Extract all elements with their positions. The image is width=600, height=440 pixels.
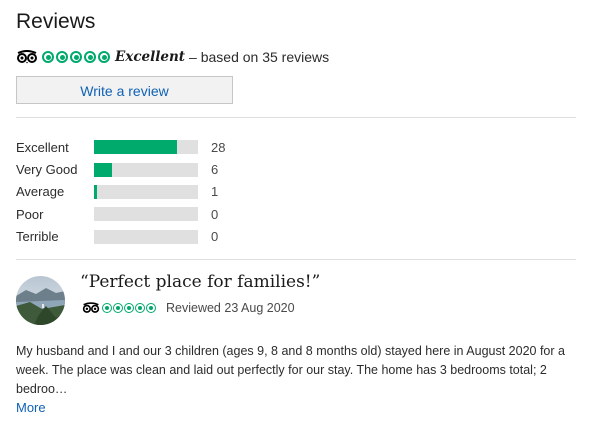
- rating-filter-terrible[interactable]: Terrible 0: [16, 226, 256, 248]
- rating-filter-label: Average: [16, 184, 65, 200]
- rating-bubble-icon: [42, 51, 54, 63]
- rating-filter-label: Poor: [16, 206, 44, 222]
- rating-bubble-icon: [135, 303, 145, 313]
- rating-bubble-icon: [102, 303, 112, 313]
- rating-bar-track: [94, 162, 198, 177]
- review-count-text: – based on 35 reviews: [189, 49, 330, 65]
- rating-filter-average[interactable]: Average 1: [16, 181, 256, 203]
- reviews-section: Reviews Excellent – based on 35 reviews …: [16, 8, 576, 104]
- rating-bar-track: [94, 229, 198, 244]
- rating-bubble-icon: [56, 51, 68, 63]
- bubble-rating: [42, 51, 110, 63]
- rating-bar-fill: [94, 140, 178, 155]
- divider: [16, 259, 576, 260]
- rating-filter-poor[interactable]: Poor 0: [16, 203, 256, 225]
- rating-bubble-icon: [146, 303, 156, 313]
- tripadvisor-owl-icon: [16, 50, 38, 64]
- more-link[interactable]: More: [16, 400, 46, 415]
- rating-filter-label: Excellent: [16, 139, 69, 155]
- rating-filter-label: Very Good: [16, 162, 78, 178]
- review-date: Reviewed 23 Aug 2020: [166, 301, 295, 315]
- rating-bubble-icon: [98, 51, 110, 63]
- rating-count: 0: [211, 206, 219, 222]
- reviewer-avatar[interactable]: [16, 276, 65, 325]
- rating-filter-label: Terrible: [16, 229, 59, 245]
- rating-bubble-icon: [124, 303, 134, 313]
- rating-word: Excellent: [115, 49, 186, 65]
- rating-filter-very-good[interactable]: Very Good 6: [16, 158, 256, 180]
- rating-count: 28: [211, 139, 226, 155]
- rating-bar-track: [94, 184, 198, 199]
- review-meta: Reviewed 23 Aug 2020: [82, 301, 295, 315]
- rating-bar-fill: [94, 162, 112, 177]
- review-text: My husband and I and our 3 children (age…: [16, 344, 565, 396]
- rating-bar-track: [94, 207, 198, 222]
- rating-bar-fill: [94, 184, 98, 199]
- rating-bubble-icon: [84, 51, 96, 63]
- rating-filter-excellent[interactable]: Excellent 28: [16, 136, 256, 158]
- rating-count: 0: [211, 229, 219, 245]
- rating-bubble-icon: [70, 51, 82, 63]
- section-title: Reviews: [16, 10, 96, 33]
- rating-bubble-icon: [113, 303, 123, 313]
- divider: [16, 117, 576, 118]
- rating-count: 1: [211, 184, 219, 200]
- write-review-button[interactable]: Write a review: [16, 76, 233, 104]
- rating-count: 6: [211, 162, 219, 178]
- rating-summary: Excellent – based on 35 reviews: [16, 48, 576, 66]
- rating-distribution: Excellent 28 Very Good 6 Average 1 Poor 0 Terrib…: [16, 136, 256, 248]
- tripadvisor-owl-icon: [82, 302, 100, 314]
- review-title[interactable]: “Perfect place for families!”: [80, 270, 320, 294]
- review-bubble-rating: [102, 303, 156, 313]
- rating-bar-track: [94, 140, 198, 155]
